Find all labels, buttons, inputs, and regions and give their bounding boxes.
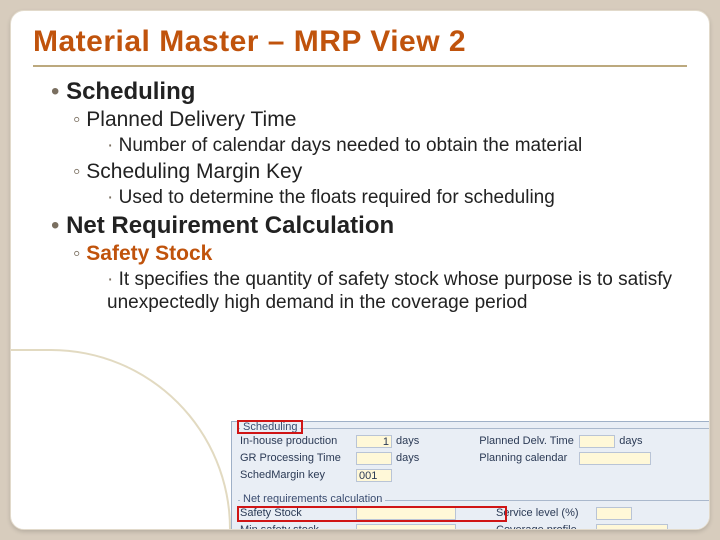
sap-row-inhouse: In-house production 1 days Planned Delv.… [238,433,710,449]
sap-row-schedmargin: SchedMargin key 001 [238,467,710,483]
slide-title: Material Master – MRP View 2 [11,11,709,65]
bullet-safety-stock: Safety Stock [73,241,679,267]
sap-field-planned-delv[interactable] [579,435,615,448]
slide-content: Scheduling Planned Delivery Time Number … [11,77,709,314]
sap-field-inhouse[interactable]: 1 [356,435,392,448]
bullet-sched-margin: Scheduling Margin Key [73,159,679,185]
bullet-safety-stock-desc: It specifies the quantity of safety stoc… [107,268,679,314]
sap-lbl-schedmargin: SchedMargin key [238,469,356,481]
sap-row-gr: GR Processing Time days Planning calenda… [238,450,710,466]
sap-lbl-planned-delv: Planned Delv. Time [479,435,579,447]
sap-lbl-gr: GR Processing Time [238,452,356,464]
sap-group-scheduling: Scheduling In-house production 1 days Pl… [238,428,710,484]
sap-lbl-coverage: Coverage profile [496,524,596,530]
bullet-planned-delivery: Planned Delivery Time [73,107,679,133]
sap-row-minsafety: Min safety stock Coverage profile [238,522,710,530]
sap-group-netreq: Net requirements calculation Safety Stoc… [238,500,710,530]
sap-field-gr[interactable] [356,452,392,465]
bullet-net-req: Net Requirement Calculation [51,211,679,240]
sap-lbl-inhouse: In-house production [238,435,356,447]
sap-group-scheduling-label: Scheduling [240,421,300,433]
sap-group-netreq-label: Net requirements calculation [240,493,385,505]
sap-unit-days-1: days [396,435,419,447]
sap-lbl-safetystock: Safety Stock [238,507,356,519]
sap-lbl-planning-cal: Planning calendar [479,452,579,464]
bullet-sched-margin-desc: Used to determine the floats required fo… [107,186,679,209]
sap-field-planning-cal[interactable] [579,452,651,465]
sap-row-safetystock: Safety Stock Service level (%) [238,505,710,521]
sap-unit-days-2: days [619,435,642,447]
sap-unit-days-3: days [396,452,419,464]
decorative-curve [11,349,231,529]
sap-field-minsafety[interactable] [356,524,456,531]
sap-field-service-level[interactable] [596,507,632,520]
title-divider [33,65,687,67]
bullet-planned-delivery-desc: Number of calendar days needed to obtain… [107,134,679,157]
sap-field-safetystock[interactable] [356,507,456,520]
sap-field-coverage[interactable] [596,524,668,531]
bullet-scheduling: Scheduling [51,77,679,106]
sap-lbl-service-level: Service level (%) [496,507,596,519]
sap-lbl-minsafety: Min safety stock [238,524,356,530]
slide-card: Material Master – MRP View 2 Scheduling … [10,10,710,530]
sap-panel: Scheduling In-house production 1 days Pl… [231,421,710,530]
sap-field-schedmargin[interactable]: 001 [356,469,392,482]
